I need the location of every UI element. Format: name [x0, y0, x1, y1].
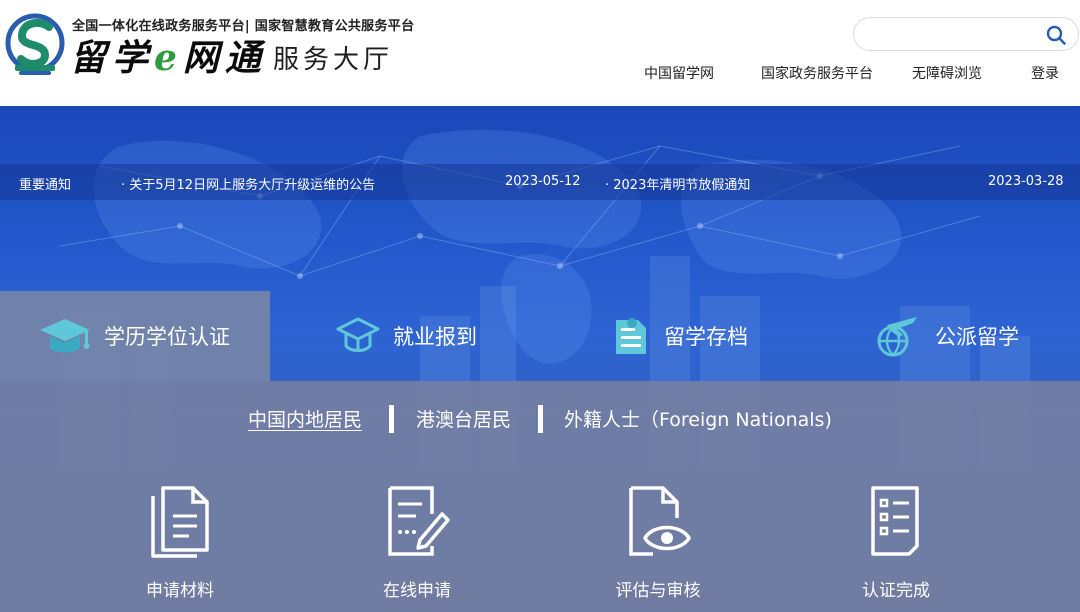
edit-form-icon [388, 486, 450, 556]
notice-label: 重要通知 [19, 178, 72, 193]
search-input[interactable] [868, 24, 1038, 44]
residency-subtabs: 中国内地居民 港澳台居民 外籍人士（Foreign Nationals) [0, 403, 1080, 433]
tab-employment-registration-label: 就业报到 [393, 325, 477, 349]
checklist-icon [871, 486, 919, 556]
hero-banner: 重要通知 · 关于5月12日网上服务大厅升级运维的公告 2023-05-12 ·… [0, 106, 1080, 612]
nav-link-accessibility[interactable]: 无障碍浏览 [912, 63, 982, 83]
tab-government-sponsored-label: 公派留学 [935, 325, 1019, 349]
brand-main-text: 留学 [70, 37, 155, 79]
airplane-globe-icon [877, 317, 917, 357]
tab-degree-certification-label: 学历学位认证 [104, 325, 230, 349]
certification-panel: 中国内地居民 港澳台居民 外籍人士（Foreign Nationals) 申请材… [0, 381, 1080, 612]
brand-tail-text: 服务大厅 [272, 45, 393, 75]
site-logo-icon[interactable] [5, 13, 65, 77]
subtab-hk-macao-taiwan[interactable]: 港澳台居民 [416, 405, 511, 432]
step-evaluation-review-label: 评估与审核 [615, 581, 701, 601]
nav-link-gov-platform[interactable]: 国家政务服务平台 [761, 63, 873, 83]
brand-e-letter: e [154, 37, 183, 79]
search-icon[interactable] [1046, 25, 1066, 45]
graduation-cap-outline-icon [336, 317, 380, 352]
step-online-application-label: 在线申请 [383, 581, 451, 601]
notice-date-1: 2023-05-12 [505, 174, 581, 189]
document-eye-icon [629, 486, 692, 556]
step-certification-complete-label: 认证完成 [862, 581, 930, 601]
notice-item-2[interactable]: · 2023年清明节放假通知 [605, 174, 750, 193]
subtab-divider [389, 405, 394, 433]
tab-employment-registration[interactable]: 就业报到 [335, 291, 565, 381]
tab-study-archive[interactable]: 留学存档 [612, 291, 832, 381]
step-evaluation-review[interactable]: 评估与审核 [578, 476, 738, 606]
subtab-mainland-residents[interactable]: 中国内地居民 [248, 405, 362, 432]
step-application-materials[interactable]: 申请材料 [100, 476, 260, 606]
tab-study-archive-label: 留学存档 [664, 325, 748, 349]
tab-government-sponsored[interactable]: 公派留学 [873, 291, 1073, 381]
search-box [853, 17, 1079, 51]
step-certification-complete[interactable]: 认证完成 [816, 476, 976, 606]
step-application-materials-label: 申请材料 [146, 581, 214, 601]
notice-bar: 重要通知 · 关于5月12日网上服务大厅升级运维的公告 2023-05-12 ·… [0, 164, 1080, 200]
site-header: 全国一体化在线政务服务平台| 国家智慧教育公共服务平台 留学e网通 服务大厅 中… [0, 0, 1080, 106]
brand-title[interactable]: 留学e网通 服务大厅 [70, 36, 393, 78]
archive-document-icon [616, 318, 646, 354]
nav-link-login[interactable]: 登录 [1031, 63, 1059, 83]
tab-degree-certification[interactable]: 学历学位认证 [0, 291, 270, 381]
service-tabs: 学历学位认证 就业报到 留学存档 公派留学 [0, 291, 1080, 381]
site-subtitle: 全国一体化在线政务服务平台| 国家智慧教育公共服务平台 [72, 19, 415, 34]
notice-item-1[interactable]: · 关于5月12日网上服务大厅升级运维的公告 [121, 174, 375, 193]
brand-main-text-2: 网通 [182, 37, 267, 79]
step-online-application[interactable]: 在线申请 [337, 476, 497, 606]
graduation-cap-icon [40, 319, 90, 353]
nav-link-study-abroad[interactable]: 中国留学网 [644, 63, 714, 83]
documents-icon [151, 486, 209, 558]
subtab-divider [538, 405, 543, 433]
notice-date-2: 2023-03-28 [988, 174, 1064, 189]
subtab-foreign-nationals[interactable]: 外籍人士（Foreign Nationals) [564, 405, 832, 432]
